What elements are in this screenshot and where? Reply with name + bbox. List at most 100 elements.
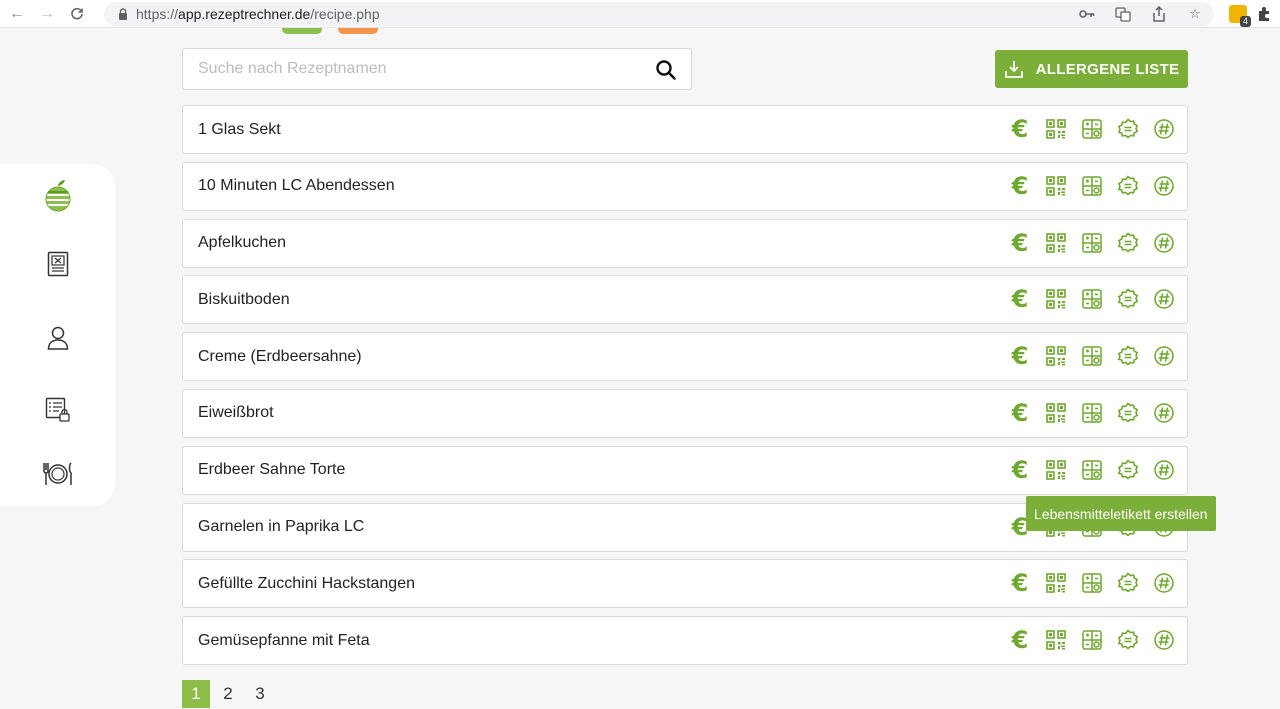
euro-icon[interactable]: € bbox=[1009, 571, 1031, 595]
hashtag-icon[interactable] bbox=[1153, 571, 1175, 595]
qr-code-icon[interactable] bbox=[1045, 287, 1067, 311]
url-host: app.rezeptrechner.de bbox=[178, 6, 311, 22]
recipe-name[interactable]: Eiweißbrot bbox=[183, 404, 274, 422]
back-arrow-icon[interactable]: ← bbox=[6, 3, 28, 25]
tooltip: Lebensmitteletikett erstellen bbox=[1026, 496, 1216, 531]
nutrition-badge-icon[interactable] bbox=[1117, 571, 1139, 595]
hashtag-icon[interactable] bbox=[1153, 628, 1175, 652]
translate-icon[interactable] bbox=[1114, 5, 1132, 23]
food-label-icon[interactable] bbox=[1081, 628, 1103, 652]
logo-apple-icon[interactable] bbox=[40, 178, 76, 214]
recipe-row[interactable]: Creme (Erdbeersahne) € bbox=[182, 332, 1188, 382]
euro-icon[interactable]: € bbox=[1009, 231, 1031, 255]
nutrition-badge-icon[interactable] bbox=[1117, 174, 1139, 198]
hashtag-icon[interactable] bbox=[1153, 401, 1175, 425]
qr-code-icon[interactable] bbox=[1045, 458, 1067, 482]
euro-icon[interactable]: € bbox=[1009, 174, 1031, 198]
recipe-row[interactable]: Eiweißbrot € bbox=[182, 388, 1188, 438]
qr-code-icon[interactable] bbox=[1045, 174, 1067, 198]
recipe-name[interactable]: Creme (Erdbeersahne) bbox=[183, 348, 362, 366]
recipe-name[interactable]: Apfelkuchen bbox=[183, 234, 286, 252]
recipe-row[interactable]: Biskuitboden € bbox=[182, 275, 1188, 325]
qr-code-icon[interactable] bbox=[1045, 401, 1067, 425]
recipe-actions: € bbox=[1009, 117, 1175, 141]
recipe-actions: € bbox=[1009, 344, 1175, 368]
qr-code-icon[interactable] bbox=[1045, 117, 1067, 141]
user-icon[interactable] bbox=[40, 320, 76, 356]
qr-code-icon[interactable] bbox=[1045, 344, 1067, 368]
search-icon[interactable] bbox=[655, 59, 677, 81]
recipe-actions: € bbox=[1009, 174, 1175, 198]
recipe-row[interactable]: Erdbeer Sahne Torte € bbox=[182, 445, 1188, 495]
qr-code-icon[interactable] bbox=[1045, 628, 1067, 652]
food-label-icon[interactable] bbox=[1081, 344, 1103, 368]
allergen-list-button[interactable]: ALLERGENE LISTE bbox=[995, 50, 1188, 88]
top-green-button[interactable] bbox=[282, 28, 322, 34]
recipe-list: 1 Glas Sekt €10 Minuten LC Abendessen € Apf… bbox=[182, 105, 1188, 673]
bookmark-star-icon[interactable]: ☆ bbox=[1186, 5, 1204, 23]
plate-cutlery-icon[interactable] bbox=[40, 456, 76, 492]
food-label-icon[interactable] bbox=[1081, 401, 1103, 425]
page-link-2[interactable]: 2 bbox=[214, 680, 242, 708]
hashtag-icon[interactable] bbox=[1153, 344, 1175, 368]
recipe-actions: € bbox=[1009, 571, 1175, 595]
allergen-list-label: ALLERGENE LISTE bbox=[1035, 60, 1180, 78]
recipe-name[interactable]: 1 Glas Sekt bbox=[183, 121, 281, 139]
hashtag-icon[interactable] bbox=[1153, 458, 1175, 482]
recipe-actions: € bbox=[1009, 401, 1175, 425]
search-input[interactable] bbox=[183, 49, 623, 89]
nutrition-badge-icon[interactable] bbox=[1117, 344, 1139, 368]
nutrition-badge-icon[interactable] bbox=[1117, 628, 1139, 652]
recipe-name[interactable]: Erdbeer Sahne Torte bbox=[183, 461, 345, 479]
recipe-row[interactable]: 10 Minuten LC Abendessen € bbox=[182, 161, 1188, 211]
top-orange-button[interactable] bbox=[338, 28, 378, 34]
euro-icon[interactable]: € bbox=[1009, 344, 1031, 368]
forward-arrow-icon[interactable]: → bbox=[36, 3, 58, 25]
nutrition-badge-icon[interactable] bbox=[1117, 287, 1139, 311]
recipe-name[interactable]: Biskuitboden bbox=[183, 291, 290, 309]
euro-icon[interactable]: € bbox=[1009, 458, 1031, 482]
nutrition-badge-icon[interactable] bbox=[1117, 231, 1139, 255]
food-label-icon[interactable] bbox=[1081, 231, 1103, 255]
qr-code-icon[interactable] bbox=[1045, 571, 1067, 595]
url-path: /recipe.php bbox=[310, 6, 380, 22]
extension-badge: 4 bbox=[1239, 16, 1251, 27]
recipe-actions: € bbox=[1009, 458, 1175, 482]
checklist-lock-icon[interactable] bbox=[40, 392, 76, 428]
reload-icon[interactable] bbox=[66, 3, 88, 25]
hashtag-icon[interactable] bbox=[1153, 231, 1175, 255]
recipe-row[interactable]: 1 Glas Sekt € bbox=[182, 105, 1188, 154]
key-icon[interactable] bbox=[1078, 5, 1096, 23]
nutrition-badge-icon[interactable] bbox=[1117, 117, 1139, 141]
hashtag-icon[interactable] bbox=[1153, 117, 1175, 141]
nutrition-badge-icon[interactable] bbox=[1117, 401, 1139, 425]
food-label-icon[interactable] bbox=[1081, 287, 1103, 311]
recipe-calculator-icon[interactable] bbox=[40, 246, 76, 282]
recipe-actions: € bbox=[1009, 231, 1175, 255]
hashtag-icon[interactable] bbox=[1153, 287, 1175, 311]
euro-icon[interactable]: € bbox=[1009, 117, 1031, 141]
recipe-name[interactable]: Garnelen in Paprika LC bbox=[183, 518, 364, 536]
qr-code-icon[interactable] bbox=[1045, 231, 1067, 255]
hashtag-icon[interactable] bbox=[1153, 174, 1175, 198]
nutrition-badge-icon[interactable] bbox=[1117, 458, 1139, 482]
recipe-row[interactable]: Apfelkuchen € bbox=[182, 218, 1188, 268]
recipe-name[interactable]: Gefüllte Zucchini Hackstangen bbox=[183, 575, 415, 593]
food-label-icon[interactable] bbox=[1081, 174, 1103, 198]
page-link-3[interactable]: 3 bbox=[246, 680, 274, 708]
recipe-name[interactable]: 10 Minuten LC Abendessen bbox=[183, 177, 395, 195]
food-label-icon[interactable] bbox=[1081, 117, 1103, 141]
food-label-icon[interactable] bbox=[1081, 571, 1103, 595]
euro-icon[interactable]: € bbox=[1009, 401, 1031, 425]
euro-icon[interactable]: € bbox=[1009, 628, 1031, 652]
extension-icon[interactable]: 4 bbox=[1228, 4, 1251, 27]
recipe-row[interactable]: Gemüsepfanne mit Feta € bbox=[182, 616, 1188, 666]
euro-icon[interactable]: € bbox=[1009, 287, 1031, 311]
recipe-name[interactable]: Gemüsepfanne mit Feta bbox=[183, 632, 370, 650]
page-link-1[interactable]: 1 bbox=[182, 680, 210, 708]
food-label-icon[interactable] bbox=[1081, 458, 1103, 482]
address-bar[interactable]: https://app.rezeptrechner.de/recipe.php … bbox=[104, 2, 1214, 26]
recipe-row[interactable]: Gefüllte Zucchini Hackstangen € bbox=[182, 559, 1188, 609]
share-icon[interactable] bbox=[1150, 5, 1168, 23]
puzzle-icon[interactable] bbox=[1254, 4, 1274, 24]
